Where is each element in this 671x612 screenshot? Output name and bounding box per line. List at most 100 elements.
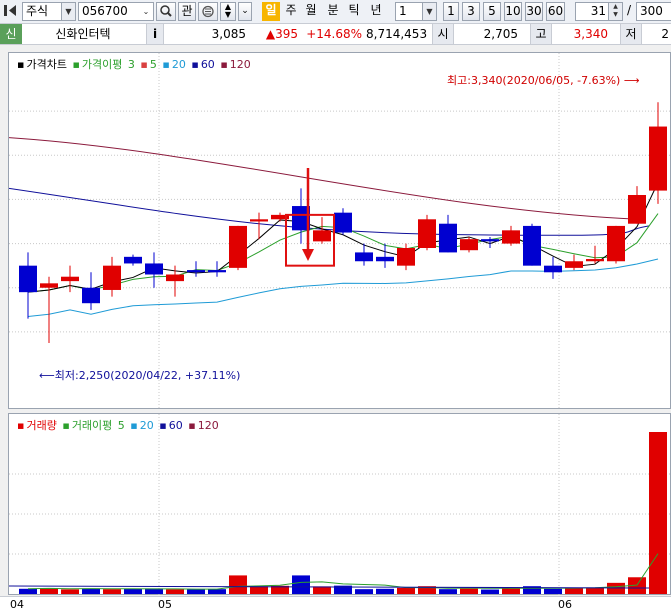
- candle-body: [61, 276, 79, 282]
- code-dropdown-button[interactable]: ⌄: [238, 2, 252, 21]
- period-tab-month[interactable]: 월: [302, 2, 320, 21]
- interval-button-30[interactable]: 30: [525, 2, 543, 21]
- high-annotation-text: 최고:3,340(2020/06/05, -7.63%): [447, 74, 621, 87]
- volume-bar: [19, 588, 37, 594]
- candle-body: [313, 230, 331, 242]
- volume-bar: [565, 588, 583, 594]
- volume-bar: [502, 587, 520, 594]
- stock-code-input[interactable]: 056700 ⌄: [78, 2, 154, 21]
- candle-body: [586, 259, 604, 262]
- candle: [334, 208, 352, 235]
- interval-button-60[interactable]: 60: [546, 2, 565, 21]
- spin-down-icon[interactable]: ▼: [221, 11, 235, 19]
- stock-info-button[interactable]: i: [146, 24, 164, 44]
- sync-button[interactable]: [198, 2, 218, 21]
- candle: [250, 212, 268, 240]
- candle-body: [40, 283, 58, 288]
- legend-marker: ▪: [162, 58, 170, 71]
- volume-bar: [124, 588, 142, 594]
- volume-chart-legend: ▪ 거래량 ▪ 거래이평 5 ▪ 20 ▪ 60 ▪ 120: [17, 417, 221, 433]
- interval-button-5[interactable]: 5: [483, 2, 501, 21]
- volume-chart-canvas[interactable]: [9, 414, 671, 596]
- volume-bar: [292, 575, 310, 594]
- low-annotation: ⟵최저:2,250(2020/04/22, +37.11%): [39, 367, 240, 383]
- count-stepper-icon[interactable]: ▲ ▼: [608, 3, 622, 20]
- market-select[interactable]: 주식 ▼: [22, 2, 76, 21]
- count-input[interactable]: 31 ▲ ▼: [575, 2, 623, 21]
- low-label: 저: [620, 24, 642, 44]
- candle-body: [628, 195, 646, 224]
- volume-bar: [187, 589, 205, 594]
- period-tab-year[interactable]: 년: [367, 2, 385, 21]
- stock-name: 신화인터텍: [55, 27, 111, 41]
- x-tick-label: 04: [10, 598, 24, 611]
- price-chart-panel[interactable]: ▪ 가격차트 ▪ 가격이평 3 ▪ 5 ▪ 20 ▪ 60 ▪ 120 최고:3,340(2…: [8, 52, 671, 410]
- candle: [607, 225, 625, 264]
- legend-marker: ▪: [72, 58, 80, 71]
- legend-marker: ▪: [17, 419, 25, 432]
- spin-stepper[interactable]: ▲ ▼: [220, 2, 236, 21]
- legend-marker: ▪: [17, 58, 25, 71]
- candle: [439, 214, 457, 253]
- volume-bar: [313, 586, 331, 594]
- chevron-down-icon: ▼: [61, 3, 75, 20]
- candle: [40, 276, 58, 343]
- candle: [19, 252, 37, 319]
- volume-bar: [250, 586, 268, 594]
- candle-body: [460, 239, 478, 251]
- candle-body: [565, 261, 583, 268]
- high-label: 고: [530, 24, 552, 44]
- volume-grid: [9, 414, 671, 596]
- volume-bar: [397, 587, 415, 594]
- volume-chart-panel[interactable]: ▪ 거래량 ▪ 거래이평 5 ▪ 20 ▪ 60 ▪ 120: [8, 413, 671, 596]
- legend-vma-120: 120: [197, 419, 219, 432]
- candle: [418, 214, 436, 251]
- candle-body: [649, 126, 667, 191]
- price-chart-canvas[interactable]: [9, 53, 671, 410]
- candle-body: [187, 270, 205, 273]
- search-button[interactable]: [156, 2, 176, 21]
- period-tab-day[interactable]: 일: [262, 2, 280, 21]
- candle-body: [481, 239, 499, 242]
- panel-toggle-icon[interactable]: [2, 2, 20, 21]
- candles: [19, 102, 667, 343]
- legend-ma-120: 120: [229, 58, 251, 71]
- legend-marker: ▪: [62, 419, 70, 432]
- period-tab-minute[interactable]: 분: [324, 2, 342, 21]
- legend-vma-20: 20: [139, 419, 154, 432]
- interval-select[interactable]: 1 ▼: [395, 2, 437, 21]
- candle: [187, 261, 205, 277]
- legend-marker: ▪: [130, 419, 138, 432]
- ma120-line: [9, 137, 640, 220]
- price-ma-label: 가격이평: [81, 58, 123, 71]
- volume-bar: [460, 588, 478, 594]
- candle-body: [82, 287, 100, 304]
- price-change: ▲395: [265, 27, 298, 41]
- legend-vma-5: 5: [117, 419, 125, 432]
- legend-marker: ▪: [159, 419, 167, 432]
- candle: [376, 243, 394, 268]
- volume-bar: [355, 589, 373, 594]
- watchlist-label: 관: [181, 4, 193, 18]
- count-separator: /: [626, 3, 632, 17]
- total-count-value: 300: [640, 4, 663, 18]
- interval-button-3[interactable]: 3: [462, 2, 480, 21]
- market-select-value: 주식: [26, 4, 49, 18]
- candle: [103, 256, 121, 297]
- volume-bar: [607, 582, 625, 594]
- interval-button-1[interactable]: 1: [443, 2, 459, 21]
- credit-badge: 신: [0, 24, 22, 44]
- watchlist-button[interactable]: 관: [178, 2, 196, 21]
- total-count-input[interactable]: 300: [636, 2, 671, 21]
- candle-body: [103, 265, 121, 290]
- candle-body: [397, 248, 415, 266]
- x-tick-label: 06: [558, 598, 572, 611]
- current-price: 3,085: [211, 27, 246, 41]
- period-tab-tick[interactable]: 틱: [345, 2, 363, 21]
- candle-body: [376, 256, 394, 262]
- interval-button-10[interactable]: 10: [504, 2, 522, 21]
- candle: [208, 261, 226, 277]
- period-tab-week[interactable]: 주: [282, 2, 300, 21]
- stock-code-value: 056700: [82, 4, 128, 18]
- legend-vma-60: 60: [168, 419, 183, 432]
